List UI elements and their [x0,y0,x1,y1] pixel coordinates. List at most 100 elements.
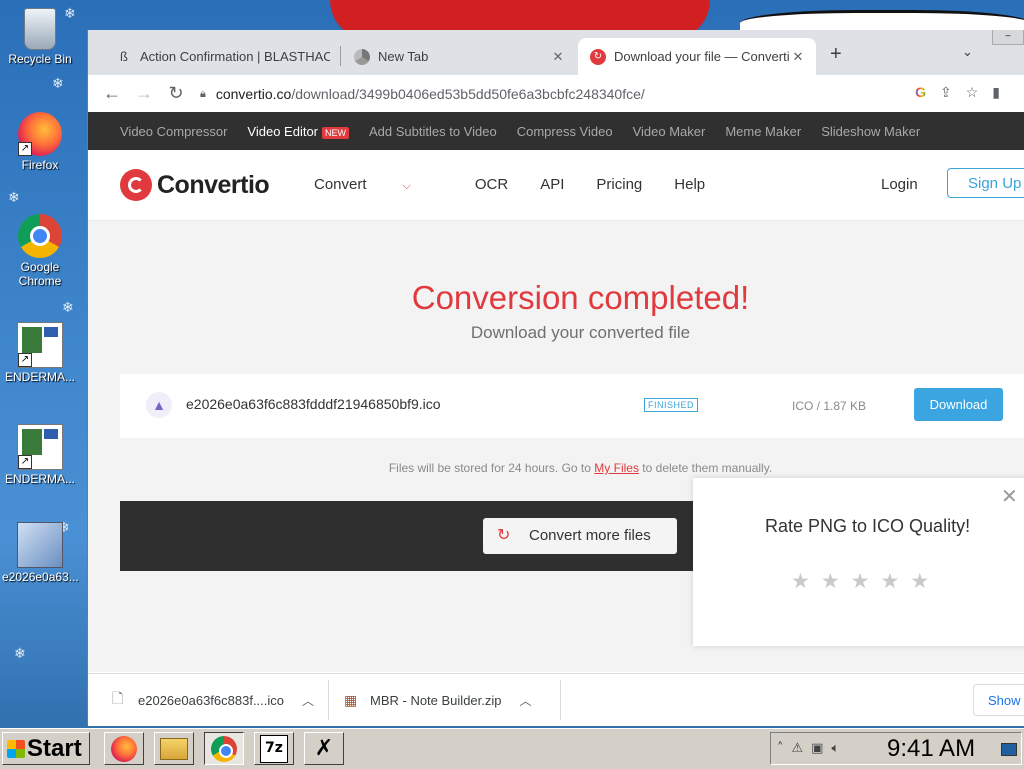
convertio-logo-icon [120,169,152,201]
desktop-icon-firefox[interactable]: ↗ Firefox [2,112,78,172]
nav-help[interactable]: Help [674,176,705,193]
restore-window-button[interactable]: – [992,30,1024,45]
bookmark-star-icon[interactable]: ☆ [966,84,979,101]
close-tab-icon[interactable]: ✕ [790,49,806,65]
7zip-icon: 7z [260,734,288,763]
star-icon[interactable]: ★ [910,569,929,593]
login-link[interactable]: Login [881,176,918,193]
taskbar-explorer[interactable] [154,732,194,765]
tools-link-video-editor[interactable]: Video Editor NEW [247,124,350,139]
firefox-icon: ↗ [18,112,62,156]
status-badge: FINISHED [644,398,699,412]
volume-icon[interactable]: 🔈︎ [831,741,839,756]
desktop-icon-ico-file[interactable]: e2026e0a63... [2,522,79,584]
tab-convertio[interactable]: ↻ Download your file — Convertio ✕ [578,38,816,75]
share-icon[interactable]: ⇪ [940,84,952,101]
tray-expand-icon[interactable]: ˄ [777,741,784,756]
download-button[interactable]: Download [914,388,1003,421]
blasthack-icon: ß [120,49,128,64]
tab-search-chevron-icon[interactable]: ⌄ [962,44,973,60]
rating-title: Rate PNG to ICO Quality! [765,516,971,536]
network-icon[interactable]: ▣ [811,741,823,756]
address-bar[interactable]: 🔒︎ convertio.co/download/3499b0406ed53b5… [200,80,990,108]
downloads-bar: 🗋︎ e2026e0a63f6c883f....ico ︿ ▦ MBR - No… [88,673,1024,726]
tools-link[interactable]: Add Subtitles to Video [369,124,497,139]
snowflake-icon: ❄ [14,646,26,662]
back-arrow-icon[interactable]: ← [96,83,128,104]
stick-figure-icon: ✗ [314,735,334,761]
tools-link[interactable]: Meme Maker [725,124,801,139]
tray-icons: ˄ ⚠ ▣ 🔈︎ [777,741,839,756]
chevron-up-icon[interactable]: ︿ [520,692,532,709]
taskbar-app[interactable]: ✗ [304,732,344,765]
setup-file-icon [17,522,63,568]
chevron-up-icon[interactable]: ︿ [302,692,314,709]
clock[interactable]: 9:41 AM [887,735,975,763]
app-window-icon: ↗ [17,424,63,470]
download-item-name: MBR - Note Builder.zip [370,692,502,708]
desktop-icon-chrome[interactable]: Google Chrome [2,214,78,288]
forward-arrow-icon[interactable]: → [128,83,160,104]
convert-more-label: Convert more files [529,527,651,544]
network-warning-icon[interactable]: ⚠ [792,741,804,756]
side-panel-icon[interactable]: ▮ [992,84,1000,101]
download-item[interactable]: 🗋︎ e2026e0a63f6c883f....ico ︿ [112,682,314,718]
close-tab-icon[interactable]: ✕ [550,49,566,65]
star-icon[interactable]: ★ [821,569,840,593]
convertio-logo[interactable]: Convertio [120,169,270,201]
download-item[interactable]: ▦ MBR - Note Builder.zip ︿ [344,682,532,718]
desktop-icon-label: ENDERMA... [4,472,75,486]
tools-link[interactable]: Video Compressor [120,124,227,139]
show-all-button[interactable]: Show a [973,684,1024,716]
close-icon[interactable]: ✕ [1001,484,1018,509]
chevron-down-icon: ⌵ [402,180,411,192]
nav-pricing[interactable]: Pricing [596,176,642,193]
image-file-icon: ▲ [146,392,172,418]
star-icon[interactable]: ★ [791,569,810,593]
rating-stars: ★ ★ ★ ★ ★ [791,569,929,593]
desktop-icon-endermanch-2[interactable]: ↗ ENDERMA... [2,424,78,486]
taskbar-chrome[interactable] [204,732,244,765]
signup-button[interactable]: Sign Up [947,168,1024,198]
tab-title: Download your file — Convertio [614,49,790,64]
desktop-icon-label: e2026e0a63... [2,570,79,584]
desktop-icon-label: Recycle Bin [8,52,72,66]
start-button[interactable]: Start [2,732,90,765]
tools-link[interactable]: Compress Video [517,124,613,139]
divider [328,680,329,720]
desktop-icon-label: Firefox [21,158,59,172]
new-badge: NEW [322,126,350,139]
taskbar-firefox[interactable] [104,732,144,765]
taskbar-7zip[interactable]: 7z [254,732,294,765]
site-header: Convertio Convert ⌵ OCR API Pricing Help … [88,150,1024,221]
show-desktop-icon[interactable] [1001,743,1017,756]
tab-title: New Tab [378,49,429,64]
start-label: Start [27,734,82,762]
nav-api[interactable]: API [540,176,564,193]
tools-link[interactable]: Video Maker [633,124,706,139]
snowflake-icon: ❄ [8,190,20,206]
tab-new-tab[interactable]: New Tab ✕ [342,38,576,75]
my-files-link[interactable]: My Files [594,461,639,475]
file-row: ▲ e2026e0a63f6c883fdddf21946850bf9.ico F… [120,374,1024,438]
convert-more-button[interactable]: ↻ Convert more files [483,518,677,554]
download-item-name: e2026e0a63f6c883f....ico [138,692,285,708]
tab-blasthack[interactable]: ß Action Confirmation | BLASTHAC [104,38,340,75]
desktop-icon-recycle-bin[interactable]: Recycle Bin [2,8,78,66]
url-path: /download/3499b0406ed53b5dd50fe6a3bcbfc2… [291,86,645,102]
new-tab-button[interactable]: + [830,44,842,64]
tools-link[interactable]: Slideshow Maker [821,124,920,139]
shortcut-arrow-icon: ↗ [18,353,32,367]
desktop-icon-endermanch-1[interactable]: ↗ ENDERMA... [2,322,78,384]
desktop-icon-label: ENDERMA... [4,370,75,384]
star-icon[interactable]: ★ [851,569,870,593]
google-lens-icon[interactable]: G [915,84,926,101]
reload-icon[interactable]: ↻ [160,83,192,104]
tab-strip: ß Action Confirmation | BLASTHAC New Tab… [88,30,1024,75]
nav-convert[interactable]: Convert ⌵ [314,176,443,193]
storage-note-text: Files will be stored for 24 hours. Go to [388,461,591,475]
nav-ocr[interactable]: OCR [475,176,508,193]
snowflake-icon: ❄ [52,76,64,92]
storage-note-text: to delete them manually. [642,461,773,475]
star-icon[interactable]: ★ [880,569,899,593]
